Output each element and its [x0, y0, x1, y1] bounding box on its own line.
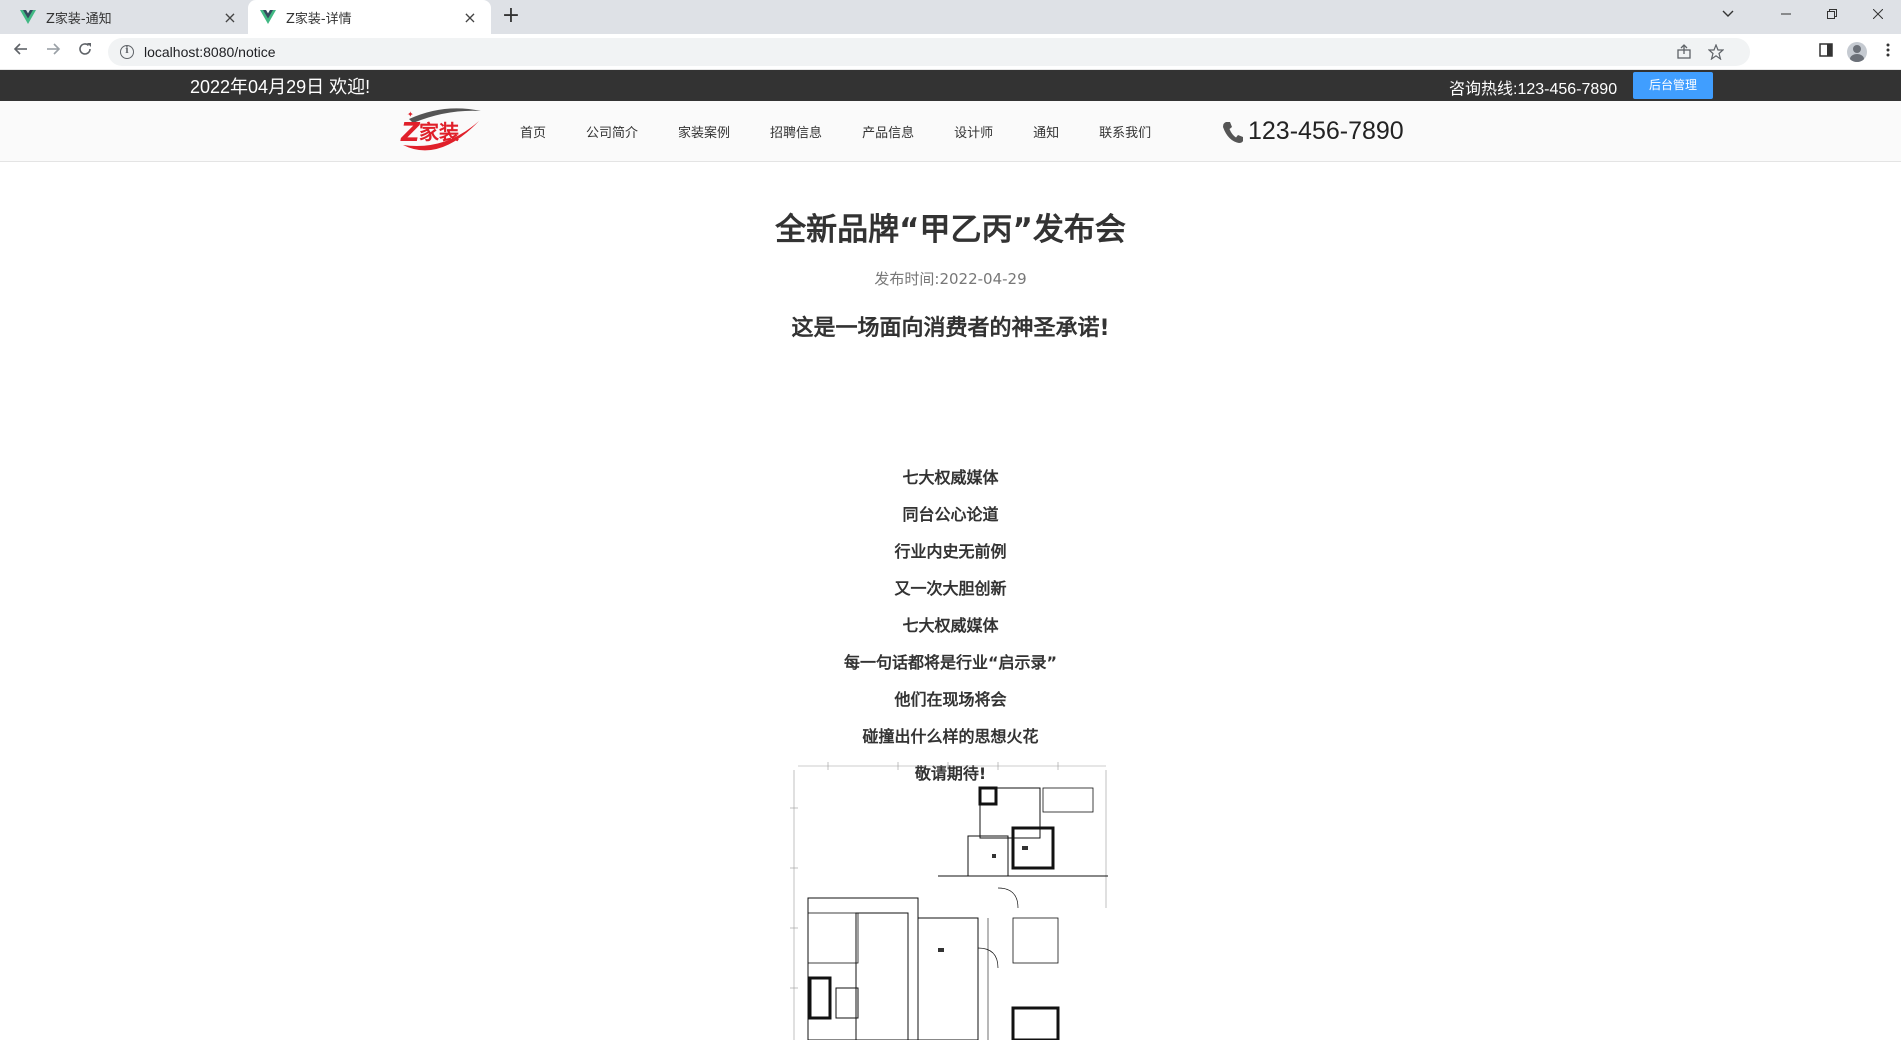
publish-label: 发布时间: [874, 270, 940, 288]
floor-plan-image [790, 762, 1108, 1040]
body-line: 每一句话都将是行业“启示录” [843, 653, 1058, 672]
site-info-icon[interactable]: i [120, 45, 134, 59]
tab-title: Z家装-详情 [286, 11, 352, 27]
browser-tab-notice[interactable]: Z家装-通知 × [8, 0, 251, 34]
site-logo[interactable]: Z 家装 ✦ [399, 101, 483, 163]
bookmark-star-icon[interactable] [1707, 43, 1725, 62]
menu-item-designers[interactable]: 设计师 [934, 122, 1013, 141]
site-top-bar: 2022年04月29日 欢迎! 咨询热线:123-456-7890 后台管理 [0, 70, 1901, 101]
body-line: 同台公心论道 [902, 505, 999, 524]
address-bar[interactable]: i localhost:8080/notice [108, 38, 1750, 66]
logo-z-letter: Z [400, 118, 421, 148]
body-line: 又一次大胆创新 [894, 579, 1007, 598]
phone-number: 123-456-7890 [1248, 117, 1404, 145]
menu-item-contact[interactable]: 联系我们 [1079, 122, 1171, 141]
phone-icon [1223, 121, 1243, 143]
hotline-text: 咨询热线:123-456-7890 [1449, 81, 1618, 98]
toolbar-right [1817, 42, 1901, 62]
body-line: 行业内史无前例 [894, 542, 1007, 561]
more-menu-icon[interactable] [1879, 42, 1897, 60]
body-line: 他们在现场将会 [894, 690, 1007, 709]
menu-item-notice[interactable]: 通知 [1013, 122, 1079, 141]
back-arrow-icon[interactable] [8, 40, 34, 64]
close-window-icon[interactable] [1855, 0, 1901, 28]
vue-logo-icon [260, 10, 276, 24]
article-title: 全新品牌“甲乙丙”发布会 [775, 212, 1126, 248]
article-body: 七大权威媒体 同台公心论道 行业内史无前例 又一次大胆创新 七大权威媒体 每一句… [0, 459, 1901, 792]
browser-toolbar: i localhost:8080/notice [0, 34, 1901, 70]
phone-block: 123-456-7890 [1220, 117, 1404, 146]
profile-avatar-icon[interactable] [1847, 42, 1867, 62]
menu-item-products[interactable]: 产品信息 [842, 122, 934, 141]
article-subtitle: 这是一场面向消费者的神圣承诺! [791, 316, 1110, 341]
menu-item-about[interactable]: 公司简介 [566, 122, 658, 141]
menu-item-jobs[interactable]: 招聘信息 [750, 122, 842, 141]
tab-search-chevron-icon[interactable] [1693, 0, 1763, 28]
body-line: 七大权威媒体 [902, 468, 999, 487]
main-menu: 首页 公司简介 家装案例 招聘信息 产品信息 设计师 通知 联系我们 [500, 101, 1171, 162]
body-line: 七大权威媒体 [902, 616, 999, 635]
minimize-icon[interactable] [1763, 0, 1809, 28]
article-meta: 发布时间:2022-04-29 [0, 268, 1901, 289]
url-text[interactable]: localhost:8080/notice [144, 44, 276, 60]
publish-date: 2022-04-29 [939, 270, 1027, 288]
side-panel-icon[interactable] [1817, 42, 1835, 60]
browser-tab-strip: Z家装-通知 × Z家装-详情 × + [0, 0, 1901, 34]
date-welcome-text: 2022年04月29日 欢迎! [190, 77, 371, 97]
window-controls [1693, 0, 1901, 34]
new-tab-button[interactable]: + [498, 4, 524, 30]
reload-icon[interactable] [72, 40, 98, 64]
logo-brand-text: 家装 [419, 120, 459, 144]
close-tab-icon[interactable]: × [221, 8, 239, 27]
omnibox-actions [1675, 43, 1725, 62]
restore-icon[interactable] [1809, 0, 1855, 28]
admin-button[interactable]: 后台管理 [1633, 72, 1713, 99]
vue-logo-icon [20, 10, 36, 24]
tab-title: Z家装-通知 [46, 11, 112, 27]
browser-tab-detail[interactable]: Z家装-详情 × [248, 0, 491, 34]
logo-sparkle: ✦ [407, 110, 414, 119]
menu-item-home[interactable]: 首页 [500, 122, 566, 141]
forward-arrow-icon[interactable] [40, 40, 66, 64]
site-nav: Z 家装 ✦ 首页 公司简介 家装案例 招聘信息 产品信息 设计师 通知 联系我… [0, 101, 1901, 162]
share-icon[interactable] [1675, 44, 1693, 62]
close-tab-icon[interactable]: × [461, 8, 479, 27]
menu-item-cases[interactable]: 家装案例 [658, 122, 750, 141]
